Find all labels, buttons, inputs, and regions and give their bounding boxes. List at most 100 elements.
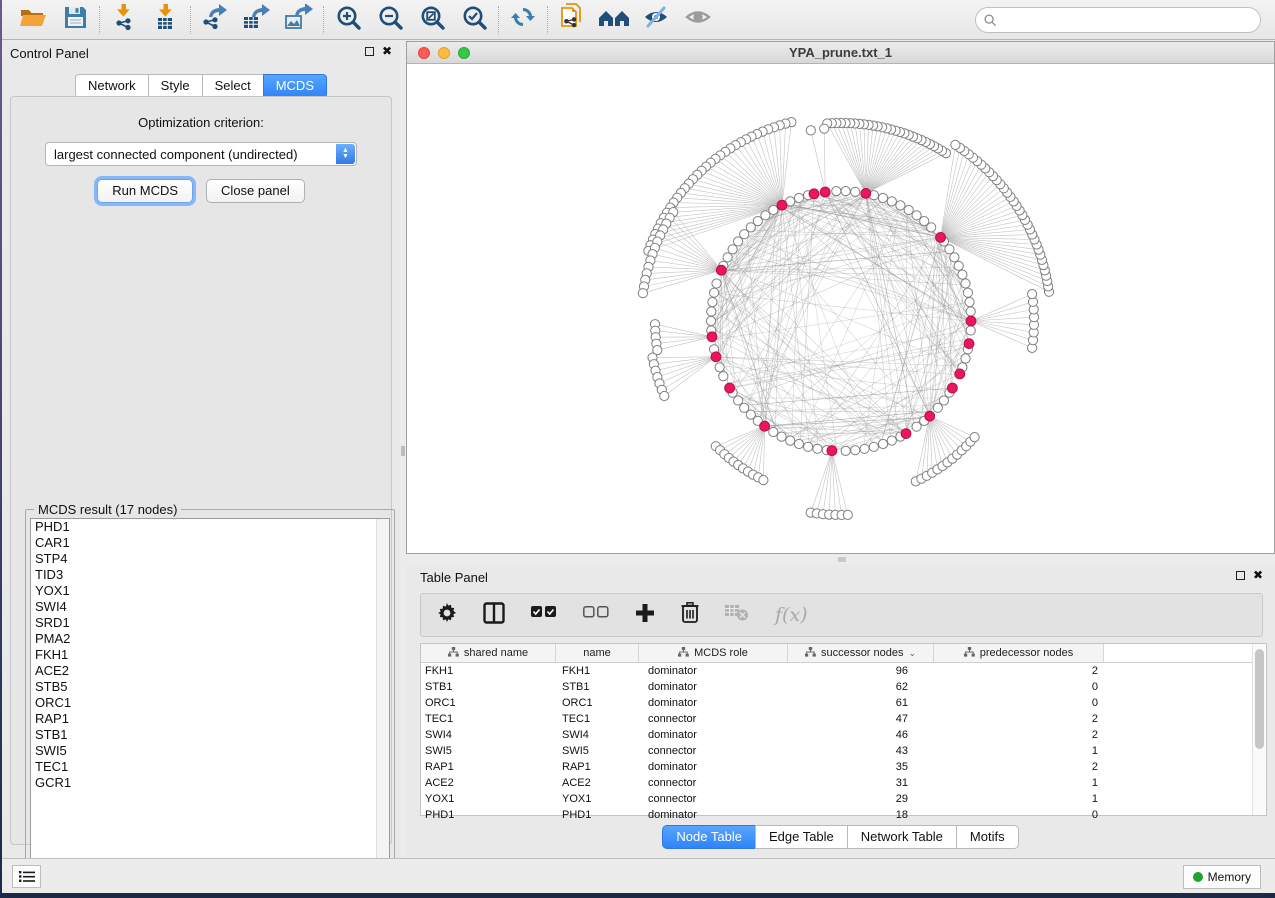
table-scrollbar-thumb[interactable]	[1255, 649, 1264, 749]
leaf-node[interactable]	[970, 433, 979, 442]
table-cell[interactable]	[1104, 775, 1253, 791]
ring-node[interactable]	[804, 442, 813, 451]
ring-node[interactable]	[878, 193, 887, 202]
table-cell[interactable]: dominator	[639, 759, 788, 775]
table-cell[interactable]: RAP1	[556, 759, 639, 775]
ring-node[interactable]	[794, 193, 803, 202]
network-window-titlebar[interactable]: YPA_prune.txt_1	[407, 42, 1274, 64]
table-cell[interactable]: dominator	[639, 807, 788, 823]
table-cell[interactable]: ACE2	[421, 775, 556, 791]
tab-edge-table[interactable]: Edge Table	[755, 825, 847, 849]
mcds-result-item[interactable]: STB1	[31, 727, 389, 743]
table-cell[interactable]: dominator	[639, 695, 788, 711]
table-cell[interactable]	[1104, 711, 1253, 727]
table-cell[interactable]: connector	[639, 711, 788, 727]
ring-node[interactable]	[912, 211, 921, 220]
table-cell[interactable]: 61	[788, 695, 934, 711]
memory-button[interactable]: Memory	[1183, 865, 1261, 889]
ring-node[interactable]	[961, 279, 970, 288]
tab-network-table[interactable]: Network Table	[847, 825, 956, 849]
mcds-hub-node[interactable]	[901, 429, 911, 439]
ring-node[interactable]	[954, 261, 963, 270]
zoom-in-button[interactable]	[327, 3, 369, 37]
table-cell[interactable]: 29	[788, 791, 934, 807]
gear-button[interactable]	[437, 603, 457, 628]
ring-node[interactable]	[887, 197, 896, 206]
ring-node[interactable]	[712, 279, 721, 288]
table-cell[interactable]	[1104, 791, 1253, 807]
table-cell[interactable]: 1	[934, 791, 1104, 807]
export-table-button[interactable]	[236, 3, 278, 37]
table-row[interactable]: SWI4SWI4dominator462	[421, 727, 1266, 743]
table-row[interactable]: TEC1TEC1connector472	[421, 711, 1266, 727]
deselect-all-button[interactable]	[583, 606, 609, 624]
zoom-selected-button[interactable]	[453, 3, 495, 37]
leaf-node[interactable]	[951, 140, 960, 149]
table-cell[interactable]: ACE2	[556, 775, 639, 791]
ring-node[interactable]	[786, 436, 795, 445]
table-cell[interactable]: 46	[788, 727, 934, 743]
table-cell[interactable]	[1104, 663, 1253, 679]
tab-mcds[interactable]: MCDS	[263, 74, 327, 98]
ring-node[interactable]	[813, 444, 822, 453]
ring-node[interactable]	[777, 432, 786, 441]
run-mcds-button[interactable]: Run MCDS	[97, 179, 193, 203]
horizontal-splitter-grip[interactable]	[838, 557, 846, 562]
mcds-hub-node[interactable]	[955, 369, 965, 379]
mcds-result-item[interactable]: RAP1	[31, 711, 389, 727]
open-folder-button[interactable]	[12, 3, 54, 37]
table-cell[interactable]: connector	[639, 743, 788, 759]
ring-node[interactable]	[719, 372, 728, 381]
mcds-result-item[interactable]: SWI4	[31, 599, 389, 615]
table-cell[interactable]: RAP1	[421, 759, 556, 775]
mcds-result-item[interactable]: CAR1	[31, 535, 389, 551]
ring-node[interactable]	[708, 298, 717, 307]
zoom-out-button[interactable]	[369, 3, 411, 37]
leaf-node[interactable]	[1028, 290, 1037, 299]
ring-node[interactable]	[958, 270, 967, 279]
ring-node[interactable]	[966, 307, 975, 316]
ring-node[interactable]	[878, 439, 887, 448]
mcds-hub-node[interactable]	[827, 446, 837, 456]
mcds-hub-node[interactable]	[936, 233, 946, 243]
mcds-hub-node[interactable]	[948, 383, 958, 393]
ring-node[interactable]	[887, 436, 896, 445]
mcds-hub-node[interactable]	[809, 189, 819, 199]
table-cell[interactable]: SWI5	[421, 743, 556, 759]
column-header-predecessor-nodes[interactable]: predecessor nodes	[934, 644, 1104, 662]
ring-node[interactable]	[706, 316, 715, 325]
table-cell[interactable]: connector	[639, 791, 788, 807]
table-cell[interactable]: 1	[934, 775, 1104, 791]
table-cell[interactable]: FKH1	[421, 663, 556, 679]
mcds-result-item[interactable]: ORC1	[31, 695, 389, 711]
table-cell[interactable]: 96	[788, 663, 934, 679]
optimization-criterion-select[interactable]: largest connected component (undirected)…	[45, 142, 357, 166]
mcds-hub-node[interactable]	[964, 339, 974, 349]
table-cell[interactable]: 2	[934, 759, 1104, 775]
mcds-hub-node[interactable]	[716, 265, 726, 275]
table-cell[interactable]: SWI4	[556, 727, 639, 743]
table-cell[interactable]: ORC1	[556, 695, 639, 711]
table-cell[interactable]: dominator	[639, 679, 788, 695]
column-header-MCDS-role[interactable]: MCDS role	[639, 644, 788, 662]
mcds-result-item[interactable]: GCR1	[31, 775, 389, 791]
table-row[interactable]: ACE2ACE2connector311	[421, 775, 1266, 791]
ring-node[interactable]	[710, 288, 719, 297]
ring-node[interactable]	[963, 288, 972, 297]
table-cell[interactable]: FKH1	[556, 663, 639, 679]
vertical-splitter-grip[interactable]	[401, 446, 405, 456]
ring-node[interactable]	[769, 205, 778, 214]
ring-node[interactable]	[939, 396, 948, 405]
export-network-button[interactable]	[194, 3, 236, 37]
table-cell[interactable]	[1104, 727, 1253, 743]
table-cell[interactable]: TEC1	[421, 711, 556, 727]
ring-node[interactable]	[961, 354, 970, 363]
table-row[interactable]: SWI5SWI5connector431	[421, 743, 1266, 759]
leaf-node[interactable]	[820, 124, 829, 133]
table-cell[interactable]: 43	[788, 743, 934, 759]
task-history-button[interactable]	[12, 865, 41, 888]
tab-motifs[interactable]: Motifs	[956, 825, 1019, 849]
table-cell[interactable]: 1	[934, 743, 1104, 759]
table-cell[interactable]: connector	[639, 775, 788, 791]
table-scrollbar[interactable]	[1252, 644, 1266, 815]
